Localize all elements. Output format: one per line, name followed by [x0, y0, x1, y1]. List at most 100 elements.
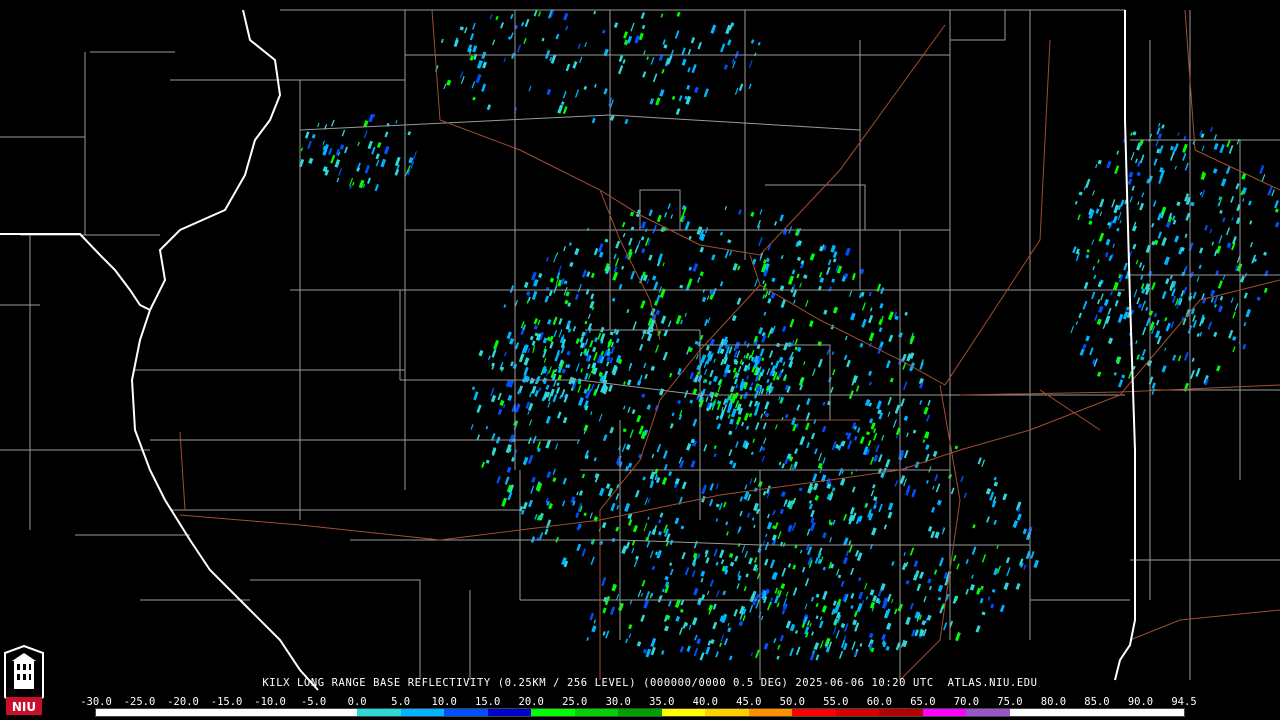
echo — [593, 352, 598, 361]
colorbar-swatch — [922, 709, 967, 716]
echo — [724, 205, 728, 211]
echo — [640, 221, 647, 229]
echo — [688, 624, 692, 630]
echo — [521, 21, 525, 27]
echo — [669, 372, 673, 378]
echo — [796, 404, 801, 411]
echo — [610, 606, 616, 615]
echo — [395, 120, 398, 124]
echo — [1085, 335, 1090, 342]
echo — [873, 432, 878, 441]
echo — [715, 561, 719, 566]
echo — [996, 545, 999, 550]
echo — [808, 320, 814, 327]
colorbar-tick: 30.0 — [605, 696, 631, 708]
echo — [1139, 202, 1145, 211]
echo — [574, 89, 580, 98]
echo — [636, 380, 642, 386]
echo — [794, 346, 798, 351]
echo — [1135, 340, 1138, 344]
echo — [782, 361, 786, 367]
echo — [734, 555, 739, 562]
echo — [545, 286, 550, 292]
echo — [529, 335, 534, 341]
echo — [712, 603, 717, 610]
echo — [703, 363, 707, 368]
echo — [1268, 186, 1273, 194]
echo — [822, 590, 828, 600]
echo — [972, 524, 976, 529]
echo — [765, 257, 770, 263]
echo — [637, 589, 642, 598]
echo — [792, 587, 798, 596]
echo — [960, 476, 964, 483]
echo — [801, 566, 806, 573]
state-boundaries — [0, 9, 1136, 691]
echo — [650, 646, 656, 656]
echo — [991, 500, 997, 508]
echo — [593, 10, 597, 15]
echo — [1240, 275, 1245, 283]
echo — [593, 457, 597, 462]
echo — [371, 146, 376, 155]
echo — [870, 490, 875, 497]
echo — [615, 338, 620, 344]
echo — [615, 526, 620, 532]
echo — [784, 413, 789, 419]
echo — [1196, 276, 1200, 282]
echo — [317, 122, 320, 128]
echo — [1172, 354, 1177, 361]
echo — [662, 351, 668, 361]
echo — [735, 441, 739, 448]
echo — [565, 25, 569, 31]
echo — [478, 349, 484, 357]
echo — [904, 311, 908, 316]
echo — [847, 440, 853, 450]
echo — [849, 506, 855, 515]
echo — [1198, 247, 1204, 254]
echo — [853, 610, 858, 618]
echo — [575, 363, 580, 372]
echo — [738, 620, 744, 627]
echo — [789, 623, 796, 632]
echo — [471, 81, 476, 89]
echo — [1127, 178, 1133, 185]
echo — [1092, 265, 1096, 271]
echo — [1165, 221, 1171, 228]
echo — [589, 512, 593, 519]
colorbar-swatch — [183, 709, 227, 716]
echo — [304, 131, 310, 139]
echo — [1157, 122, 1161, 127]
echo — [652, 73, 658, 83]
echo — [579, 336, 584, 343]
echo — [741, 545, 746, 553]
echo — [840, 622, 846, 629]
echo — [331, 119, 335, 127]
echo — [821, 425, 827, 433]
echo — [678, 95, 683, 102]
echo — [1207, 321, 1213, 330]
echo — [642, 476, 646, 481]
echo — [526, 291, 531, 297]
echo — [871, 527, 877, 536]
echo — [749, 604, 754, 613]
echo — [843, 513, 847, 521]
echo — [891, 599, 894, 604]
echo — [832, 600, 837, 606]
echo — [927, 525, 933, 532]
echo — [584, 320, 588, 325]
radar-map — [0, 9, 1280, 691]
colorbar-swatch — [1053, 709, 1097, 716]
echo — [865, 596, 869, 600]
echo — [1242, 198, 1245, 202]
echo — [993, 476, 997, 481]
echo — [891, 561, 895, 566]
echo — [640, 12, 646, 19]
echo — [919, 571, 925, 579]
echo — [855, 385, 860, 392]
echo — [791, 522, 797, 531]
echo — [648, 254, 653, 261]
echo — [464, 27, 468, 34]
echo — [784, 457, 789, 465]
echo — [1104, 251, 1109, 258]
